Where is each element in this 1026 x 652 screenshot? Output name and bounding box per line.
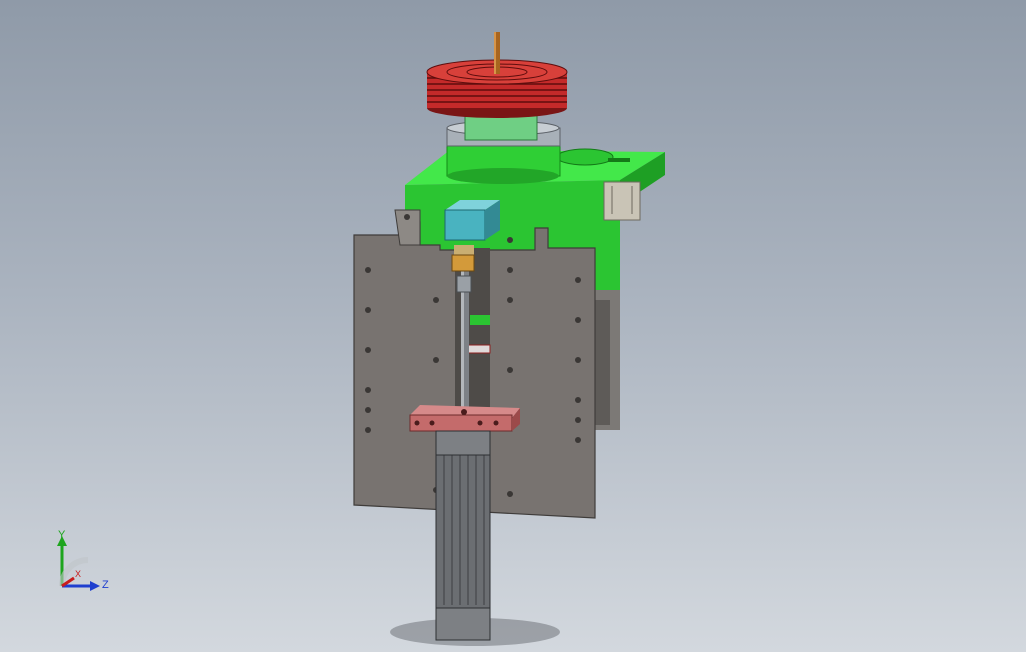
sensor-block[interactable] <box>444 200 500 241</box>
clamp-block[interactable] <box>409 405 520 432</box>
assembly-model[interactable] <box>0 0 1026 652</box>
y-axis-label: Y <box>58 529 66 541</box>
air-cylinder[interactable] <box>435 430 491 641</box>
z-axis-label: Z <box>102 579 109 591</box>
graphics-viewport[interactable]: Y Z X <box>0 0 1026 652</box>
pulley-shaft <box>494 32 500 74</box>
x-axis-label: X <box>75 569 82 579</box>
coordinate-triad: Y Z X <box>52 530 116 600</box>
